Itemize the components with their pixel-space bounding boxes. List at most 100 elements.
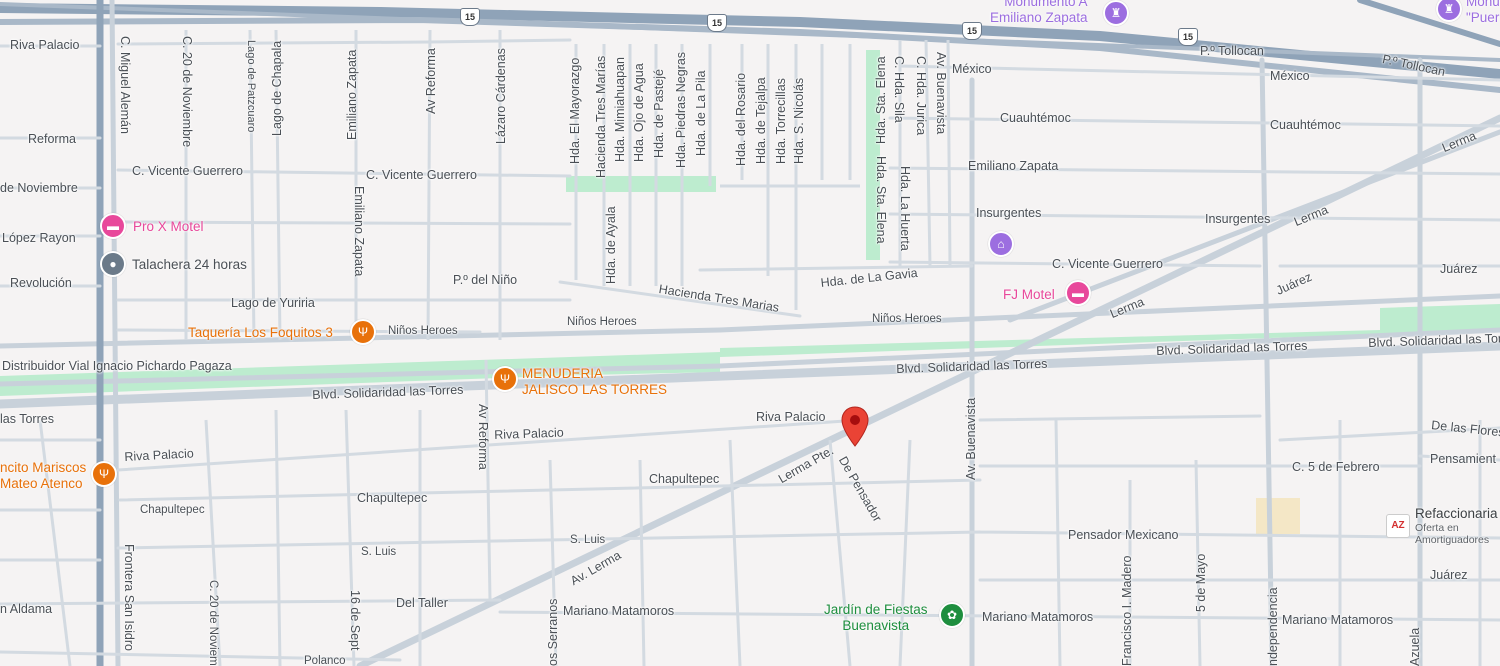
street-label: Juárez [1430,568,1468,582]
street-label: Av. Buenavista [964,397,978,480]
street-label: Mariano Matamoros [982,610,1094,624]
street-label: Insurgentes [976,206,1042,220]
street-label: n Aldama [0,602,53,616]
highway-15-shield: 15 [1178,28,1198,46]
jardin-label[interactable]: Jardín de Fiestas Buenavista [824,602,928,634]
street-label: Hda. Torrecillas [774,78,788,164]
street-label: C. Hda. Jurica [914,56,928,136]
street-label: López Rayon [2,231,76,245]
map-canvas[interactable]: 15 15 15 15 Riva Palacio Reforma de Novi… [0,0,1500,666]
street-label: Mariano Matamoros [1282,613,1394,627]
street-label: Riva Palacio [756,410,826,424]
street-label: Hda. La Huerta [898,166,912,251]
street-label: Hda. Piedras Negras [674,51,688,168]
street-label: Hda. Ojo de Agua [632,63,646,162]
street-label: P.º del Niño [453,273,518,287]
fork-knife-icon[interactable]: Ψ [350,319,376,345]
highway-15-shield: 15 [707,14,727,32]
street-label: C. Hda. Sila [892,56,906,123]
monument-label[interactable]: Monumento A Emiliano Zapata [990,0,1088,26]
street-label: de Noviembre [0,181,78,195]
street-label: Hda. de La Pila [694,70,708,156]
street-label: Distribuidor Vial Ignacio Pichardo Pagaz… [2,359,232,373]
street-label: Mariano Matamoros [563,604,675,618]
pro-x-motel-label[interactable]: Pro X Motel [133,219,204,235]
street-label: 5 de Mayo [1194,553,1208,612]
map-pin-icon[interactable] [840,406,870,448]
fj-motel-label[interactable]: FJ Motel [1003,287,1055,303]
street-label: C. 20 de Noviembre [180,36,194,148]
street-label: Niños Heroes [872,313,942,325]
street-label: Chapultepec [357,491,428,505]
street-label: Hda. Sta. Elena [874,56,888,144]
street-label: Lázaro Cárdenas [494,48,508,144]
monument-icon[interactable]: ♜ [1103,0,1129,26]
highway-15-shield: 15 [460,8,480,26]
street-label: Chapultepec [649,472,720,486]
street-label: Insurgentes [1205,212,1271,226]
talachera-label[interactable]: Talachera 24 horas [132,257,247,273]
park-hda-block [566,176,716,192]
street-label: P.º Tollocan [1200,44,1264,58]
street-label: Hacienda Tres Marías [594,55,608,178]
street-label: Reforma [28,132,76,146]
refaccionaria-label[interactable]: Refaccionaria Oferta en Amortiguadores [1415,506,1498,546]
fork-knife-icon[interactable]: Ψ [91,461,117,487]
street-label: Frontera San Isidro [122,544,136,651]
street-label: Hda. Mimiahuapan [613,57,627,162]
street-label: C. Vicente Guerrero [1052,257,1163,271]
circle-icon[interactable]: ● [100,251,126,277]
street-label: Azuela [1408,627,1422,666]
street-label: Cuauhtémoc [1270,118,1341,132]
street-label: Lago de Yuriria [231,296,315,310]
menuderia-label[interactable]: MENUDERIA JALISCO LAS TORRES [522,366,667,398]
mariscos-label[interactable]: ncito Mariscos Mateo Atenco [0,460,86,492]
poi-name: ncito Mariscos [0,460,87,475]
street-label: os Serranos [546,598,560,666]
bed-icon[interactable]: ▬ [100,213,126,239]
street-label: C. 5 de Febrero [1292,460,1380,474]
street-label: Pensamient [1430,452,1497,466]
poi-subtitle: Oferta en [1415,522,1459,534]
street-label: Revolución [10,276,72,290]
taqueria-label[interactable]: Taquería Los Foquitos 3 [188,325,333,341]
poi-name: Mateo Atenco [0,476,83,491]
street-label: Hda. del Rosario [734,72,748,166]
autoparts-logo[interactable]: AZ [1386,514,1410,538]
street-label: Cuauhtémoc [1000,111,1071,125]
street-label: ndependencia [1266,587,1280,666]
poi-name: JALISCO LAS TORRES [522,382,668,397]
street-label: Niños Heroes [567,316,637,328]
street-label: C. 20 de Noviem [207,580,219,666]
poi-name: Emiliano Zapata [990,10,1088,25]
street-label: Hda. de Pastejé [652,69,666,158]
street-label: Emiliano Zapata [968,159,1059,173]
street-label: las Torres [0,412,54,426]
street-label: Niños Heroes [388,325,458,337]
highway-15-shield: 15 [962,22,982,40]
street-label: C. Vicente Guerrero [132,164,243,178]
street-label: Emiliano Zapata [352,186,366,277]
monument-icon[interactable]: ⌂ [988,231,1014,257]
poi-name: Refaccionaria [1415,506,1498,521]
monument-right-label[interactable]: Monum "Puer [1466,0,1500,26]
street-label: Av. Buenavista [934,52,948,135]
poi-subtitle: Amortiguadores [1415,534,1490,546]
poi-name: "Puer [1466,10,1500,25]
street-label: México [952,62,992,76]
street-label: Pensador Mexicano [1068,528,1179,542]
street-label: México [1270,69,1310,83]
street-label: Hda. de Ayala [604,206,618,284]
poi-name: MENUDERIA [522,366,604,381]
fork-knife-icon[interactable]: Ψ [492,366,518,392]
street-label: Av Reforma [476,404,490,470]
bed-icon[interactable]: ▬ [1065,280,1091,306]
street-label: Polanco [304,655,346,666]
street-label: Chapultepec [140,504,205,516]
flower-icon[interactable]: ✿ [939,602,965,628]
street-label: Francisco I. Madero [1120,555,1134,666]
street-label: Lago de Chapala [270,40,284,136]
street-label: Hda. S. Nicolás [792,77,806,164]
street-label: Hda. de Tejalpa [754,77,768,164]
street-label: Hda. Sta. Elena [874,156,888,244]
